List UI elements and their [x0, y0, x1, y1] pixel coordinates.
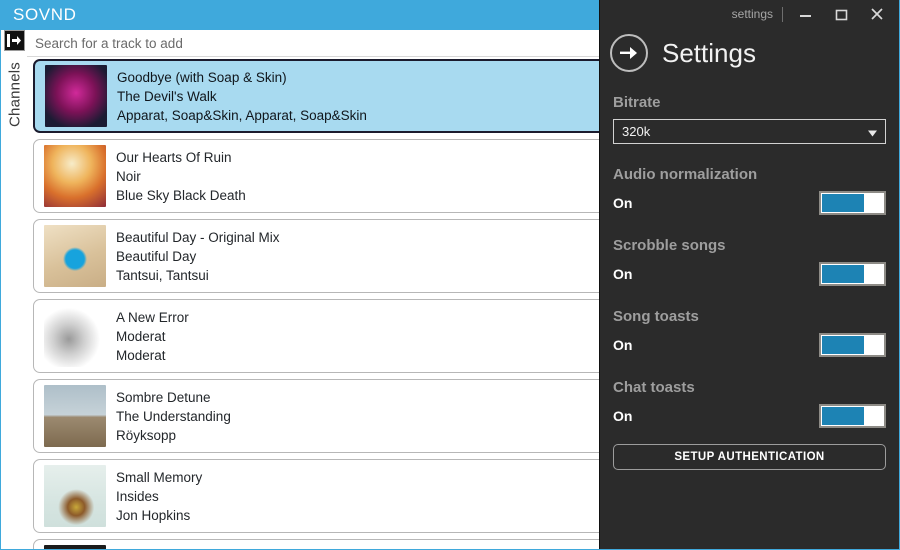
collapse-panel-icon[interactable]	[4, 30, 25, 51]
titlebar-divider	[782, 7, 783, 22]
track-meta: Our Hearts Of Ruin Noir Blue Sky Black D…	[116, 149, 246, 204]
album-art	[44, 145, 106, 207]
toggle-thumb	[865, 193, 884, 213]
track-title: Goodbye (with Soap & Skin)	[117, 69, 367, 86]
song-toasts-toggle[interactable]	[819, 333, 886, 357]
track-title: A New Error	[116, 309, 189, 326]
song-toasts-setting: Song toasts On	[613, 308, 886, 357]
scrobble-songs-toggle[interactable]	[819, 262, 886, 286]
album-art	[44, 545, 106, 550]
audio-normalization-label: Audio normalization	[613, 166, 886, 183]
track-meta: A New Error Moderat Moderat	[116, 309, 189, 364]
bitrate-label: Bitrate	[613, 94, 886, 111]
chat-toasts-setting: Chat toasts On	[613, 379, 886, 428]
track-artist: Röyksopp	[116, 427, 231, 444]
track-artist: Moderat	[116, 347, 189, 364]
chat-toasts-row: On	[613, 404, 886, 428]
scrobble-songs-state: On	[613, 266, 632, 282]
track-album: Moderat	[116, 328, 189, 345]
setup-authentication-button[interactable]: SETUP AUTHENTICATION	[613, 444, 886, 470]
track-artist: Apparat, Soap&Skin, Apparat, Soap&Skin	[117, 107, 367, 124]
track-meta: Beautiful Day - Original Mix Beautiful D…	[116, 229, 280, 284]
bitrate-value: 320k	[622, 124, 650, 139]
settings-header: Settings	[600, 28, 899, 72]
track-title: Small Memory	[116, 469, 202, 486]
toggle-thumb	[865, 264, 884, 284]
track-album: The Understanding	[116, 408, 231, 425]
album-art	[45, 65, 107, 127]
song-toasts-state: On	[613, 337, 632, 353]
track-album: Beautiful Day	[116, 248, 280, 265]
track-album: The Devil's Walk	[117, 88, 367, 105]
album-art	[44, 465, 106, 527]
audio-normalization-state: On	[613, 195, 632, 211]
track-album: Insides	[116, 488, 202, 505]
toggle-fill	[821, 264, 865, 284]
scrobble-songs-setting: Scrobble songs On	[613, 237, 886, 286]
scrobble-songs-row: On	[613, 262, 886, 286]
bitrate-select[interactable]: 320k	[613, 119, 886, 144]
track-artist: Blue Sky Black Death	[116, 187, 246, 204]
chat-toasts-state: On	[613, 408, 632, 424]
audio-normalization-setting: Audio normalization On	[613, 166, 886, 215]
toggle-fill	[821, 335, 865, 355]
settings-window-label: settings	[732, 7, 773, 21]
left-rail: Channels	[1, 30, 27, 550]
settings-titlebar: settings	[600, 0, 899, 28]
chat-toasts-label: Chat toasts	[613, 379, 886, 396]
toggle-thumb	[865, 406, 884, 426]
song-toasts-label: Song toasts	[613, 308, 886, 325]
track-title: Our Hearts Of Ruin	[116, 149, 246, 166]
album-art	[44, 305, 106, 367]
arrow-right-circle-icon[interactable]	[610, 34, 648, 72]
track-meta: Small Memory Insides Jon Hopkins	[116, 469, 202, 524]
app-title: SOVND	[13, 5, 76, 25]
song-toasts-row: On	[613, 333, 886, 357]
track-artist: Jon Hopkins	[116, 507, 202, 524]
album-art	[44, 385, 106, 447]
track-meta: Sombre Detune The Understanding Röyksopp	[116, 389, 231, 444]
settings-body: Bitrate 320k Audio normalization On	[600, 72, 899, 470]
track-title: Sombre Detune	[116, 389, 231, 406]
page-title: Settings	[662, 38, 756, 69]
app-window: SOVND Channels Goodbye (with Soap & Skin…	[0, 0, 900, 550]
bitrate-setting: Bitrate 320k	[613, 94, 886, 144]
track-album: Noir	[116, 168, 246, 185]
settings-panel: settings Settings Bitrate	[599, 0, 899, 550]
sidebar-item-channels[interactable]: Channels	[7, 50, 24, 140]
maximize-icon[interactable]	[823, 1, 859, 27]
track-meta: Goodbye (with Soap & Skin) The Devil's W…	[117, 69, 367, 124]
minimize-icon[interactable]	[787, 1, 823, 27]
scrobble-songs-label: Scrobble songs	[613, 237, 886, 254]
toggle-thumb	[865, 335, 884, 355]
toggle-fill	[821, 406, 865, 426]
audio-normalization-row: On	[613, 191, 886, 215]
close-icon[interactable]	[859, 1, 895, 27]
album-art	[44, 225, 106, 287]
chat-toasts-toggle[interactable]	[819, 404, 886, 428]
toggle-fill	[821, 193, 865, 213]
chevron-down-icon	[868, 124, 877, 139]
audio-normalization-toggle[interactable]	[819, 191, 886, 215]
track-artist: Tantsui, Tantsui	[116, 267, 280, 284]
track-title: Beautiful Day - Original Mix	[116, 229, 280, 246]
